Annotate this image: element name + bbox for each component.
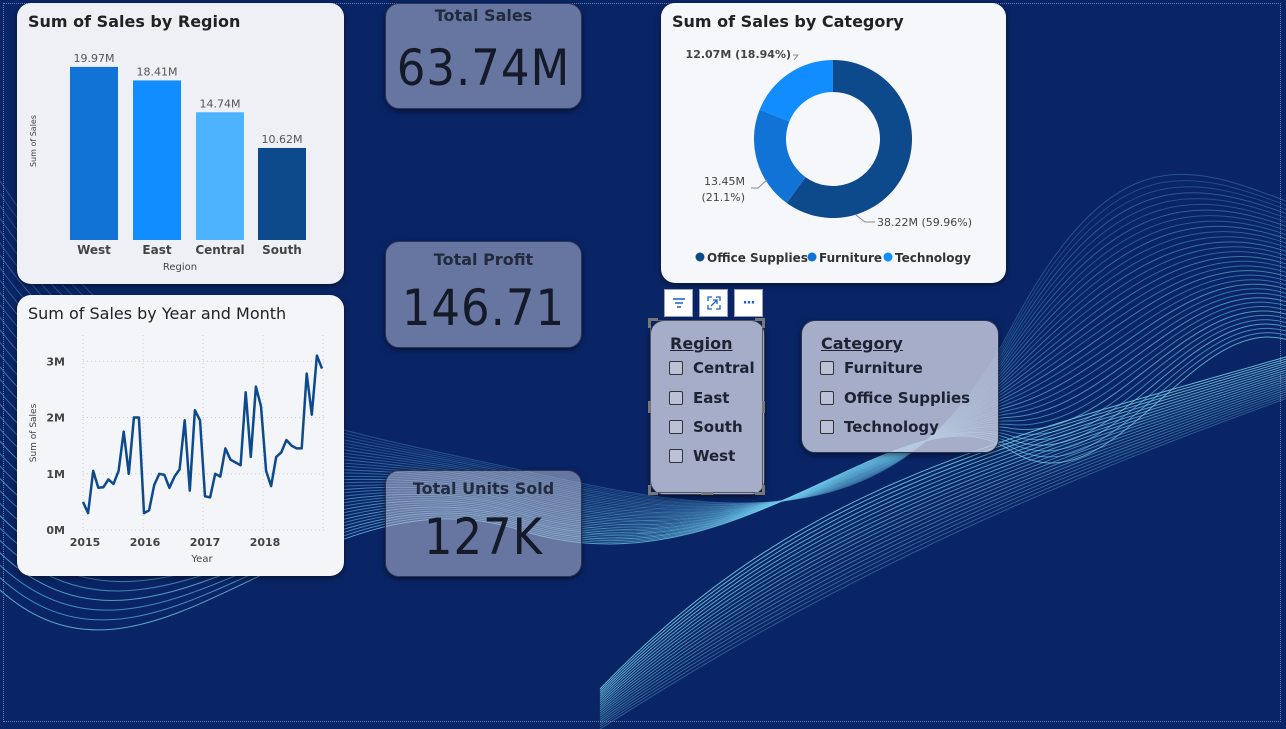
checkbox-icon[interactable] <box>820 391 834 405</box>
total-units-sold-value: 127K <box>423 508 544 566</box>
y-axis-title: Sum of Sales <box>29 115 38 167</box>
checkbox-icon[interactable] <box>669 420 683 434</box>
x-axis-title: Year <box>190 554 213 565</box>
leader-line <box>855 214 875 223</box>
region-option-west[interactable]: West <box>669 446 735 466</box>
slice-data-label: 13.45M <box>704 175 745 188</box>
category-slicer-title: Category <box>821 334 903 353</box>
bar-central <box>196 112 244 240</box>
region-option-label: East <box>693 389 730 407</box>
focus-mode-button[interactable] <box>699 289 728 317</box>
x-tick-label: East <box>142 243 171 257</box>
total-sales-title: Total Sales <box>434 6 533 25</box>
total-profit-title: Total Profit <box>433 250 534 269</box>
legend-label: Furniture <box>819 251 882 265</box>
bar-data-label: 18.41M <box>137 65 178 78</box>
y-tick-label: 0M <box>46 524 65 537</box>
legend-marker <box>695 252 705 262</box>
category-slicer[interactable]: Category Furniture Office Supplies Techn… <box>801 320 999 453</box>
donut-slice-technology <box>759 60 833 122</box>
filter-button[interactable] <box>664 289 693 317</box>
total-units-sold-title: Total Units Sold <box>412 479 555 498</box>
sales-line-chart: 0M 1M 2M 3M 2015 2016 2017 2018 Year Sum of Sales <box>29 335 327 565</box>
region-option-central[interactable]: Central <box>669 358 755 378</box>
slice-data-label: 38.22M (59.96%) <box>877 216 972 229</box>
checkbox-icon[interactable] <box>669 361 683 375</box>
region-option-label: West <box>693 447 736 465</box>
legend-label: Technology <box>895 251 971 265</box>
category-donut-chart-card[interactable]: Sum of Sales by Category 38.22M (59.96%)… <box>661 3 1006 283</box>
region-option-east[interactable]: East <box>669 388 729 408</box>
x-tick-label: 2015 <box>70 536 101 549</box>
total-profit-card[interactable]: Total Profit 146.71 <box>385 241 582 348</box>
x-tick-label: West <box>77 243 111 257</box>
legend-label: Office Supplies <box>707 251 808 265</box>
bar-south <box>258 147 306 240</box>
region-slicer[interactable]: Region Central East South West <box>650 320 765 495</box>
x-tick-label: 2018 <box>250 536 281 549</box>
focus-mode-icon <box>706 296 721 310</box>
x-tick-label: 2017 <box>190 536 221 549</box>
region-bar-chart-card[interactable]: Sum of Sales by Region 19.97M West 18.41M E… <box>17 3 344 284</box>
region-option-label: Central <box>693 359 755 377</box>
region-option-south[interactable]: South <box>669 417 743 437</box>
checkbox-icon[interactable] <box>820 361 834 375</box>
checkbox-icon[interactable] <box>669 391 683 405</box>
bar-east <box>133 80 181 241</box>
category-option-furniture[interactable]: Furniture <box>820 358 923 378</box>
total-sales-value: 63.74M <box>396 39 571 97</box>
slice-data-label: (21.1%) <box>701 191 745 204</box>
x-tick-label: Central <box>195 243 244 257</box>
more-options-icon: ··· <box>742 295 756 311</box>
bar-data-label: 14.74M <box>200 97 241 110</box>
x-axis-title: Region <box>163 262 197 273</box>
y-tick-label: 2M <box>46 412 65 425</box>
category-option-technology[interactable]: Technology <box>820 417 939 437</box>
region-option-label: South <box>693 418 743 436</box>
region-slicer-title: Region <box>670 334 733 353</box>
category-option-label: Office Supplies <box>844 389 971 407</box>
slice-data-label: 12.07M (18.94%) <box>686 48 791 61</box>
total-units-sold-card[interactable]: Total Units Sold 127K <box>385 470 582 577</box>
bar-west <box>70 66 118 240</box>
region-bar-chart: 19.97M West 18.41M East 14.74M Central 10.62M S… <box>29 52 306 273</box>
checkbox-icon[interactable] <box>820 420 834 434</box>
x-tick-label: South <box>262 243 302 257</box>
category-option-label: Furniture <box>844 359 923 377</box>
category-option-office-supplies[interactable]: Office Supplies <box>820 388 970 408</box>
year-month-line-chart-card[interactable]: Sum of Sales by Year and Month 0M 1M 2M 3M 2… <box>17 295 344 576</box>
bar-data-label: 19.97M <box>74 52 115 65</box>
legend-marker <box>807 252 817 262</box>
bar-data-label: 10.62M <box>262 133 303 146</box>
leader-line <box>751 179 768 189</box>
category-option-label: Technology <box>844 418 939 436</box>
category-donut-chart: 38.22M (59.96%) 13.45M (21.1%) 12.07M (18.9… <box>686 48 972 265</box>
checkbox-icon[interactable] <box>669 449 683 463</box>
x-tick-label: 2016 <box>130 536 161 549</box>
total-profit-value: 146.71 <box>401 279 566 337</box>
leader-line <box>793 54 800 61</box>
y-tick-label: 1M <box>46 468 65 481</box>
more-options-button[interactable]: ··· <box>734 289 763 317</box>
total-sales-card[interactable]: Total Sales 63.74M <box>385 3 582 109</box>
filter-icon <box>672 298 685 308</box>
y-tick-label: 3M <box>46 355 65 368</box>
legend-marker <box>883 252 893 262</box>
y-axis-title: Sum of Sales <box>29 403 39 462</box>
